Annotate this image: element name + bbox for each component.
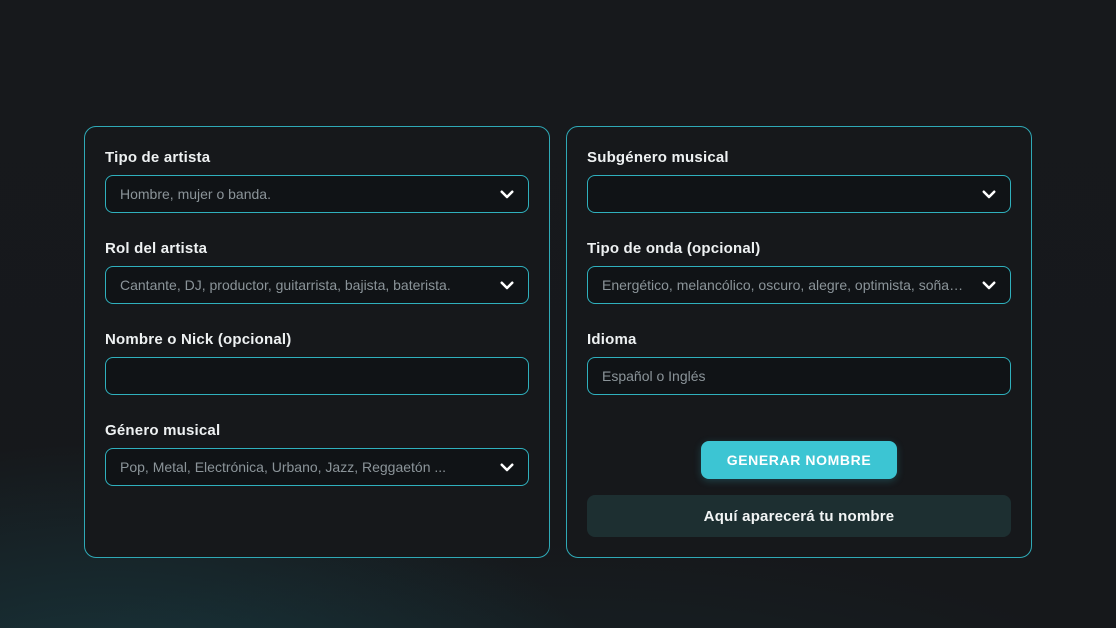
nombre-o-nick-input[interactable] [105, 357, 529, 395]
tipo-de-artista-placeholder: Hombre, mujer o banda. [106, 186, 528, 202]
field-nombre-o-nick: Nombre o Nick (opcional) [105, 331, 529, 395]
genero-musical-select[interactable]: Pop, Metal, Electrónica, Urbano, Jazz, R… [105, 448, 529, 486]
artist-details-panel: Tipo de artista Hombre, mujer o banda. R… [84, 126, 550, 558]
field-subgenero-musical: Subgénero musical [587, 149, 1011, 213]
field-idioma: Idioma [587, 331, 1011, 395]
result-placeholder-text: Aquí aparecerá tu nombre [704, 508, 895, 525]
field-tipo-de-artista: Tipo de artista Hombre, mujer o banda. [105, 149, 529, 213]
tipo-de-artista-label: Tipo de artista [105, 149, 529, 166]
field-genero-musical: Género musical Pop, Metal, Electrónica, … [105, 422, 529, 486]
chevron-down-icon [980, 185, 998, 203]
subgenero-musical-select[interactable] [587, 175, 1011, 213]
generator-panel: Subgénero musical Tipo de onda (opcional… [566, 126, 1032, 558]
rol-del-artista-label: Rol del artista [105, 240, 529, 257]
subgenero-musical-label: Subgénero musical [587, 149, 1011, 166]
rol-del-artista-placeholder: Cantante, DJ, productor, guitarrista, ba… [106, 277, 528, 293]
tipo-de-onda-placeholder: Energético, melancólico, oscuro, alegre,… [588, 277, 1010, 293]
form-panels-container: Tipo de artista Hombre, mujer o banda. R… [0, 126, 1116, 558]
rol-del-artista-select[interactable]: Cantante, DJ, productor, guitarrista, ba… [105, 266, 529, 304]
generate-name-button[interactable]: GENERAR NOMBRE [701, 441, 898, 479]
nombre-o-nick-label: Nombre o Nick (opcional) [105, 331, 529, 348]
tipo-de-onda-label: Tipo de onda (opcional) [587, 240, 1011, 257]
result-display-box: Aquí aparecerá tu nombre [587, 495, 1011, 537]
genero-musical-label: Género musical [105, 422, 529, 439]
idioma-input[interactable] [587, 357, 1011, 395]
tipo-de-onda-select[interactable]: Energético, melancólico, oscuro, alegre,… [587, 266, 1011, 304]
field-tipo-de-onda: Tipo de onda (opcional) Energético, mela… [587, 240, 1011, 304]
tipo-de-artista-select[interactable]: Hombre, mujer o banda. [105, 175, 529, 213]
genero-musical-placeholder: Pop, Metal, Electrónica, Urbano, Jazz, R… [106, 459, 528, 475]
generate-button-row: GENERAR NOMBRE [587, 441, 1011, 479]
field-rol-del-artista: Rol del artista Cantante, DJ, productor,… [105, 240, 529, 304]
idioma-label: Idioma [587, 331, 1011, 348]
